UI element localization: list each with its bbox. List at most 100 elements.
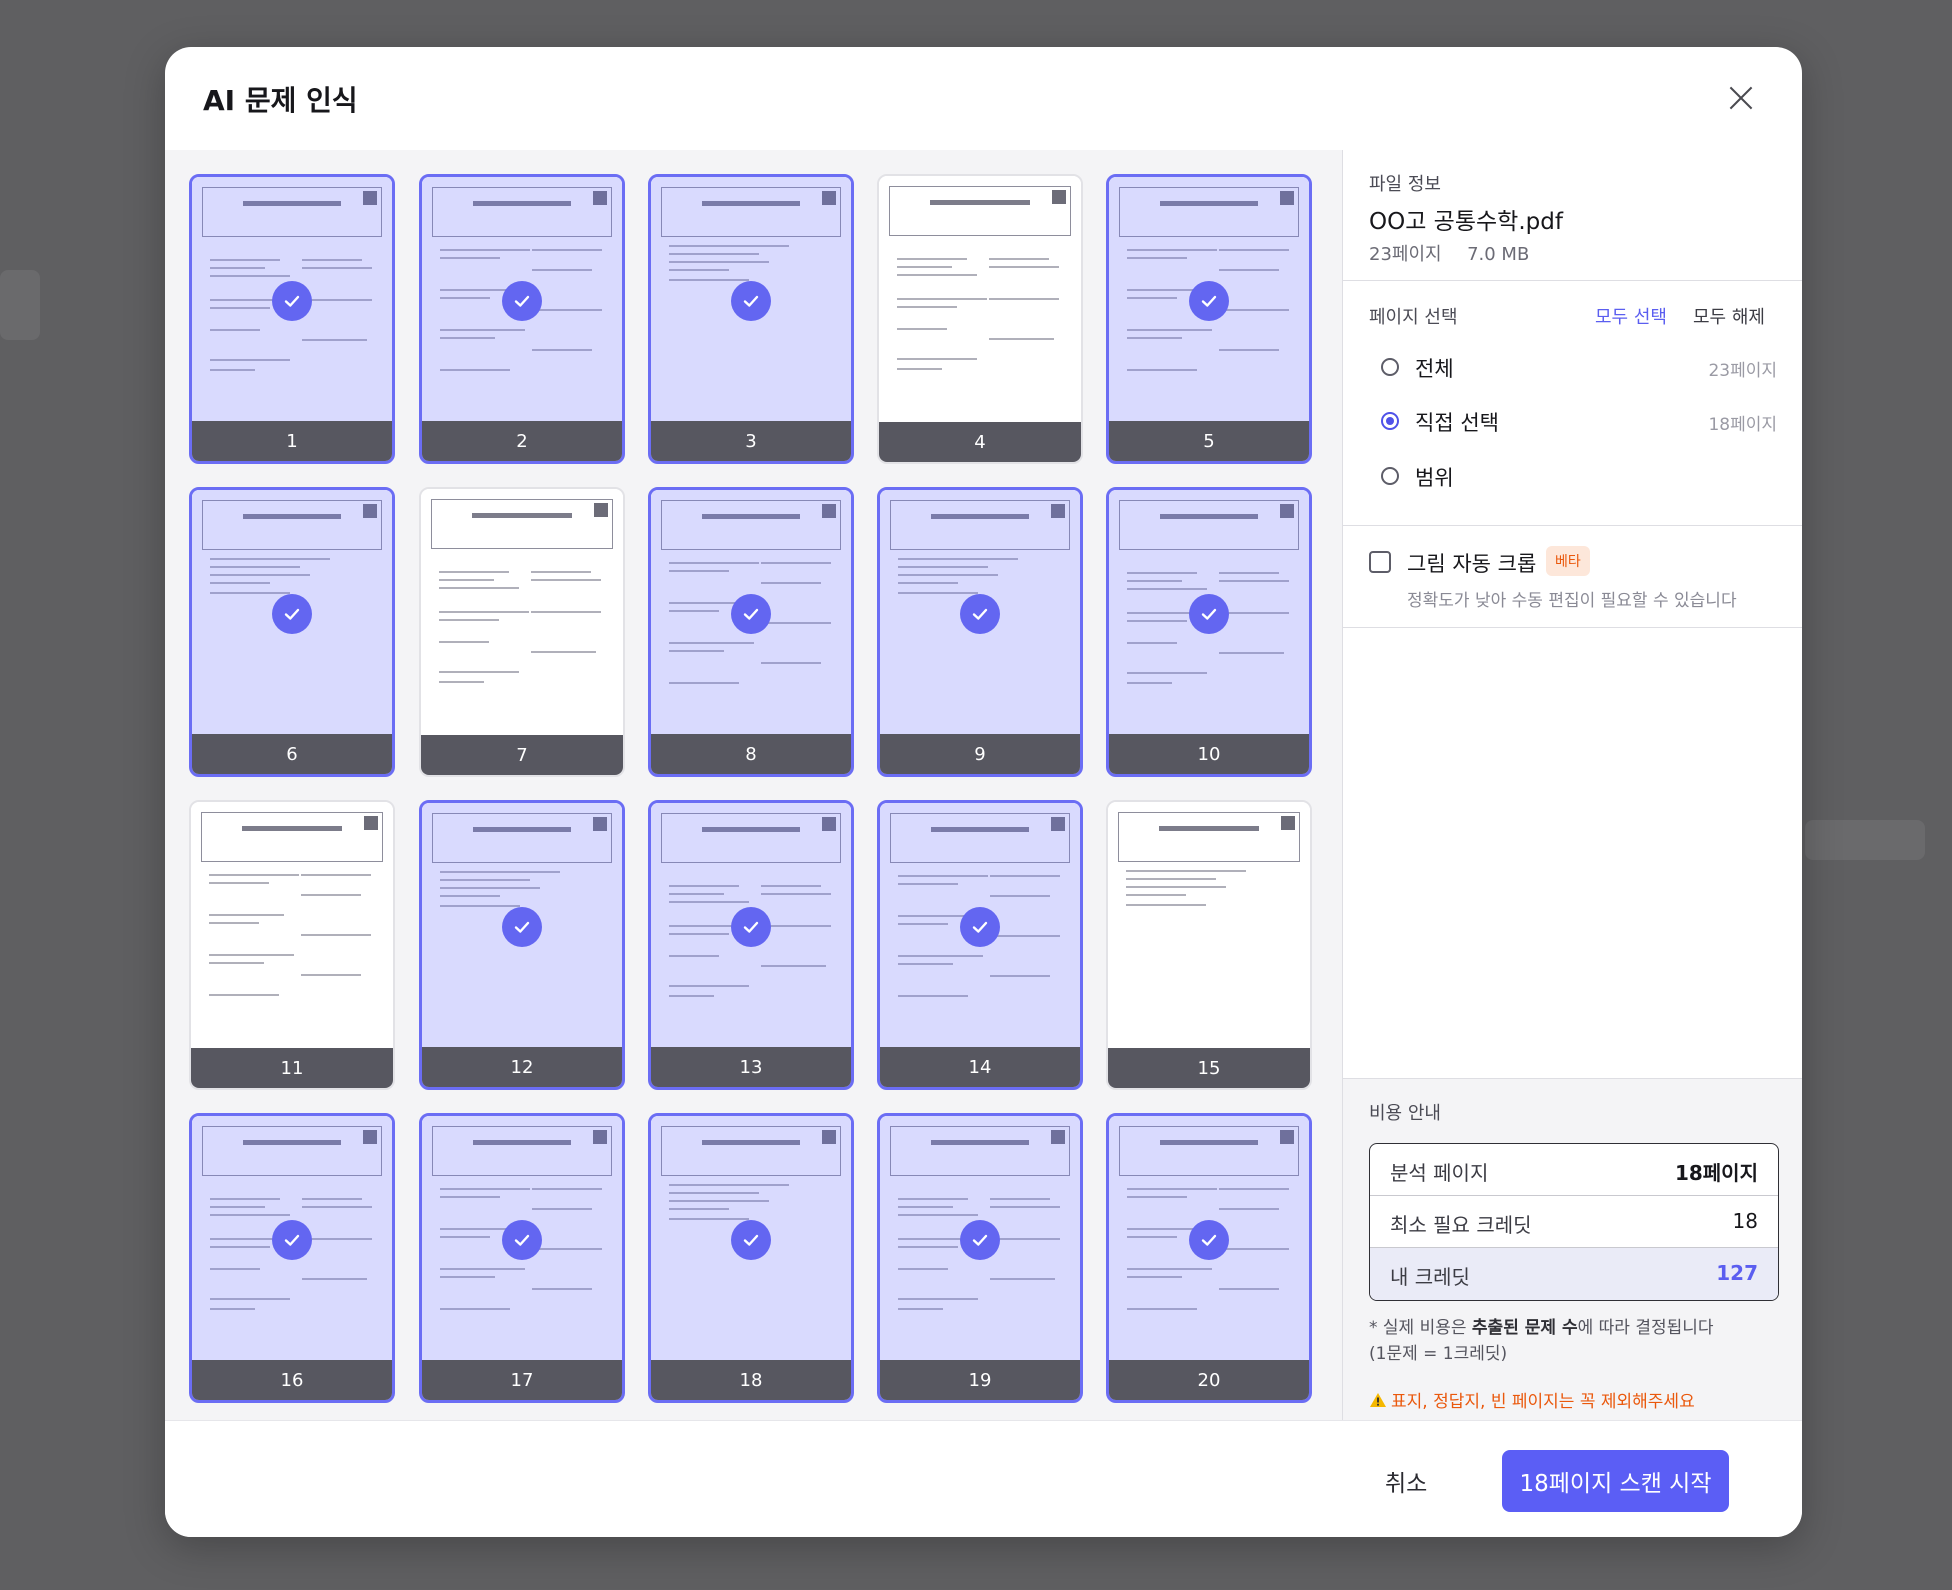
page-preview-line: [210, 1246, 270, 1248]
page-preview-line: [302, 267, 372, 269]
radio-all-count: 23페이지: [1708, 361, 1777, 381]
page-thumbnail[interactable]: 10: [1106, 487, 1312, 777]
page-thumbnail[interactable]: 15: [1106, 800, 1312, 1090]
page-preview-line: [440, 1196, 500, 1198]
page-preview-line: [1126, 870, 1246, 872]
page-preview-line: [669, 279, 749, 281]
page-preview-line: [440, 879, 530, 881]
page-preview-line: [440, 1276, 495, 1278]
page-number: 7: [421, 735, 623, 775]
file-meta: 23페이지 7.0 MB: [1369, 240, 1529, 266]
page-preview-line: [301, 974, 361, 976]
page-preview-line: [210, 307, 270, 309]
page-preview-line: [209, 954, 294, 956]
radio-range[interactable]: 범위: [1381, 460, 1777, 496]
page-preview-line: [532, 269, 592, 271]
page-thumbnail[interactable]: 6: [189, 487, 395, 777]
radio-all-indicator[interactable]: [1381, 358, 1399, 376]
page-number: 18: [651, 1360, 851, 1400]
page-thumbnail[interactable]: 14: [877, 800, 1083, 1090]
page-preview-line: [439, 579, 494, 581]
page-preview-lines: [432, 865, 612, 1043]
page-preview-line: [440, 329, 525, 331]
page-preview-line: [898, 566, 988, 568]
page-preview-line: [532, 309, 602, 311]
page-preview-line: [898, 1198, 968, 1200]
page-preview-line: [669, 1218, 749, 1220]
page-preview-line: [1127, 249, 1217, 251]
radio-manual-indicator[interactable]: [1381, 412, 1399, 430]
page-preview-line: [439, 619, 499, 621]
page-thumbnail[interactable]: 20: [1106, 1113, 1312, 1403]
page-preview-line: [210, 1298, 290, 1300]
page-preview-line: [897, 258, 967, 260]
page-preview-line: [210, 582, 270, 584]
page-preview-line: [897, 358, 977, 360]
page-preview-line: [531, 611, 601, 613]
page-preview-line: [761, 885, 821, 887]
page-thumbnail[interactable]: 2: [419, 174, 625, 464]
page-thumbnail[interactable]: 8: [648, 487, 854, 777]
page-preview-line: [440, 1268, 525, 1270]
page-thumbnail[interactable]: 7: [419, 487, 625, 777]
page-preview-line: [898, 875, 988, 877]
page-preview-lines: [661, 1178, 841, 1356]
page-preview-line: [302, 259, 362, 261]
start-scan-button[interactable]: 18페이지 스캔 시작: [1502, 1450, 1729, 1512]
page-preview-line: [669, 901, 749, 903]
page-preview-line: [439, 571, 509, 573]
page-preview-line: [531, 579, 601, 581]
page-preview-header: [432, 187, 612, 237]
cost-row-min-credit: 최소 필요 크레딧 18: [1370, 1196, 1778, 1248]
select-all-button[interactable]: 모두 선택: [1595, 303, 1667, 329]
page-preview-header: [432, 813, 612, 863]
cost-note-prefix: * 실제 비용은: [1369, 1318, 1472, 1338]
page-thumbnail[interactable]: 9: [877, 487, 1083, 777]
page-preview-header: [890, 1126, 1070, 1176]
page-thumbnail[interactable]: 16: [189, 1113, 395, 1403]
page-preview-line: [1127, 297, 1177, 299]
page-thumbnail[interactable]: 18: [648, 1113, 854, 1403]
cost-value: 127: [1716, 1261, 1758, 1285]
close-icon[interactable]: [1724, 81, 1758, 115]
check-icon: [502, 1220, 542, 1260]
page-thumbnail[interactable]: 5: [1106, 174, 1312, 464]
page-preview-line: [210, 369, 255, 371]
page-preview-line: [898, 883, 958, 885]
auto-crop-checkbox[interactable]: [1369, 551, 1391, 573]
page-thumbnail[interactable]: 4: [877, 174, 1083, 464]
cost-key: 내 크레딧: [1390, 1265, 1470, 1289]
page-preview-line: [898, 582, 958, 584]
page-preview-header: [432, 1126, 612, 1176]
check-icon: [1189, 594, 1229, 634]
check-icon: [731, 907, 771, 947]
page-preview-line: [210, 329, 260, 331]
page-preview-line: [1127, 672, 1207, 674]
page-preview-line: [210, 1308, 255, 1310]
radio-all[interactable]: 전체 23페이지: [1381, 351, 1777, 387]
page-number: 14: [880, 1047, 1080, 1087]
radio-manual[interactable]: 직접 선택 18페이지: [1381, 405, 1777, 441]
page-number: 5: [1109, 421, 1309, 461]
deselect-all-button[interactable]: 모두 해제: [1693, 303, 1765, 329]
page-thumbnail[interactable]: 17: [419, 1113, 625, 1403]
radio-range-indicator[interactable]: [1381, 467, 1399, 485]
page-thumbnail[interactable]: 3: [648, 174, 854, 464]
page-thumbnail[interactable]: 11: [189, 800, 395, 1090]
cost-value: 18페이지: [1674, 1161, 1758, 1185]
page-preview-line: [898, 592, 978, 594]
page-preview: [1108, 802, 1310, 1048]
page-preview-line: [209, 922, 259, 924]
ai-recognition-modal: AI 문제 인식 1 2 3 4 5 6 7 8 9 10 11 12 13 14 15 16 17 18 19 20…: [165, 47, 1802, 1537]
page-preview-line: [898, 1214, 978, 1216]
page-thumbnail[interactable]: 19: [877, 1113, 1083, 1403]
page-thumbnail[interactable]: 1: [189, 174, 395, 464]
cancel-button[interactable]: 취소: [1385, 1464, 1427, 1498]
page-preview-line: [898, 558, 1018, 560]
page-thumbnail[interactable]: 12: [419, 800, 625, 1090]
page-select-section: 페이지 선택 모두 선택 모두 해제 전체 23페이지 직접 선택 18페이지 …: [1343, 281, 1802, 526]
page-thumbnail[interactable]: 13: [648, 800, 854, 1090]
page-preview-line: [989, 266, 1059, 268]
page-preview-line: [1127, 337, 1182, 339]
check-icon: [272, 1220, 312, 1260]
